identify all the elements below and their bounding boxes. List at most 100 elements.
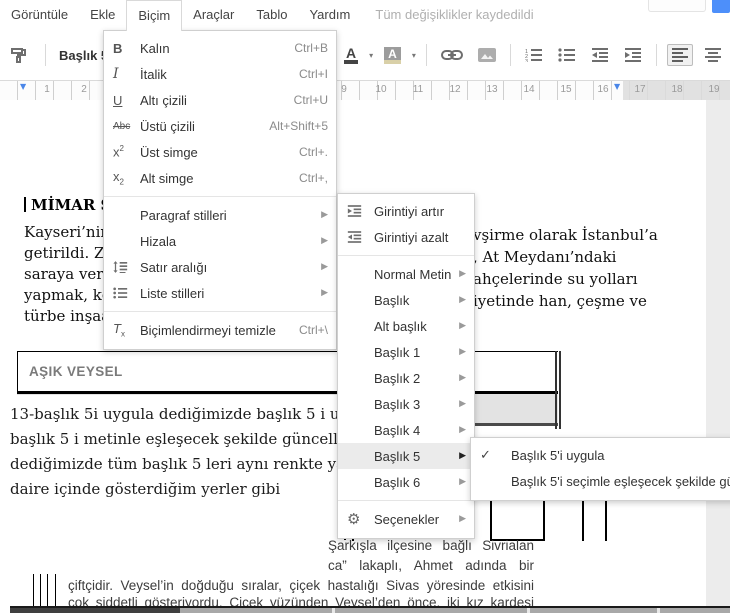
ruler-number: 2 (81, 84, 87, 95)
text-color-icon: A (344, 46, 359, 64)
table-border-vertical (33, 574, 34, 606)
menu-tablo[interactable]: Tablo (245, 0, 298, 30)
insert-image-button[interactable] (474, 44, 500, 66)
numbered-list-button[interactable]: 123 (521, 44, 547, 66)
paint-roller-icon (11, 48, 26, 63)
increase-indent-icon (347, 205, 362, 217)
increase-indent-button[interactable] (620, 44, 646, 66)
menu-item-subtitle[interactable]: Alt başlık ▶ (338, 313, 474, 339)
ruler-number: 9 (341, 84, 347, 95)
menu-bicim[interactable]: Biçim (126, 0, 183, 31)
menu-item-heading-3[interactable]: Başlık 3 ▶ (338, 391, 474, 417)
paragraph-style-selector[interactable]: Başlık 5 (59, 48, 108, 63)
ruler-number: 19 (708, 84, 720, 95)
menu-item-decrease-indent[interactable]: Girintiyi azalt (338, 224, 474, 250)
text-color-dropdown[interactable]: ▾ (369, 51, 373, 60)
submenu-arrow-icon: ▶ (459, 321, 466, 331)
menu-item-paragraph-styles[interactable]: Paragraf stilleri ▶ (104, 202, 336, 228)
menu-yardim[interactable]: Yardım (298, 0, 361, 30)
menu-item-underline[interactable]: U Altı çizili Ctrl+U (104, 87, 336, 113)
ruler-number: 10 (375, 84, 387, 95)
ruler-number: 1 (44, 84, 50, 95)
menu-separator (104, 311, 336, 312)
submenu-arrow-icon: ▶ (459, 399, 466, 409)
submenu-arrow-icon: ▶ (459, 514, 466, 524)
segment-gap (332, 608, 335, 613)
menu-araclar[interactable]: Araçlar (182, 0, 245, 30)
paint-format-button[interactable] (6, 42, 32, 68)
table-cell-box (490, 495, 545, 541)
table-border-vertical (605, 497, 607, 541)
insert-link-button[interactable] (437, 45, 467, 65)
table-header-text: AŞIK VEYSEL (29, 364, 123, 379)
align-center-button[interactable] (700, 44, 726, 66)
increase-indent-icon (624, 48, 641, 62)
decrease-indent-button[interactable] (587, 44, 613, 66)
text-color-button[interactable]: A (340, 42, 362, 68)
submenu-arrow-icon: ▶ (459, 425, 466, 435)
svg-text:3: 3 (525, 59, 528, 62)
align-left-button[interactable] (666, 44, 693, 66)
submenu-arrow-icon: ▶ (459, 347, 466, 357)
note-text-box[interactable]: 13-başlık 5i uygula dediğimizde başlık 5… (8, 395, 346, 513)
menu-item-strikethrough[interactable]: Abc Üstü çizili Alt+Shift+5 (104, 113, 336, 139)
ruler-number: 16 (597, 84, 609, 95)
menu-item-superscript[interactable]: x2 Üst simge Ctrl+. (104, 139, 336, 165)
toolbar-separator (425, 44, 427, 66)
menu-item-normal-text[interactable]: Normal Metin ▶ (338, 261, 474, 287)
menu-item-apply-heading5[interactable]: ✓ Başlık 5'i uygula (471, 442, 730, 468)
numbered-list-icon: 123 (525, 49, 542, 62)
clear-formatting-icon: Tx (113, 321, 125, 339)
page-margin-background (706, 100, 730, 613)
decrease-indent-icon (591, 48, 608, 62)
ruler-number: 17 (634, 84, 646, 95)
menu-goruntule[interactable]: Görüntüle (0, 0, 79, 30)
menu-item-increase-indent[interactable]: Girintiyi artır (338, 198, 474, 224)
paragraph-styles-submenu: Girintiyi artır Girintiyi azalt Normal M… (337, 193, 475, 539)
line-spacing-icon (113, 261, 128, 273)
menu-item-heading-5[interactable]: Başlık 5 ▶ (338, 443, 474, 469)
indent-marker-left[interactable]: ▼ (20, 82, 26, 91)
gear-icon: ⚙ (347, 510, 361, 528)
submenu-arrow-icon: ▶ (459, 477, 466, 487)
menu-item-heading-6[interactable]: Başlık 6 ▶ (338, 469, 474, 495)
table-border-vertical (582, 497, 584, 541)
menu-item-clear-formatting[interactable]: Tx Biçimlendirmeyi temizle Ctrl+\ (104, 317, 336, 343)
highlight-color-button[interactable]: A (380, 43, 405, 68)
menu-ekle[interactable]: Ekle (79, 0, 126, 30)
highlight-color-dropdown[interactable]: ▾ (412, 51, 416, 60)
menu-item-heading-4[interactable]: Başlık 4 ▶ (338, 417, 474, 443)
segment-gap (657, 608, 660, 613)
doc-line-right: , At Meydanı’ndaki (473, 248, 617, 266)
menu-item-subscript[interactable]: x2 Alt simge Ctrl+, (104, 165, 336, 191)
menu-item-italic[interactable]: I İtalik Ctrl+I (104, 61, 336, 87)
menu-item-heading-2[interactable]: Başlık 2 ▶ (338, 365, 474, 391)
note-line: daire içinde gösterdiğim yerler gibi (10, 480, 281, 498)
italic-icon: I (113, 66, 119, 82)
shaded-table-row-bottom (10, 606, 730, 613)
link-icon (440, 50, 463, 60)
ruler-number: 15 (560, 84, 572, 95)
submenu-arrow-icon: ▶ (321, 236, 328, 246)
bullet-list-button[interactable] (554, 44, 580, 66)
menu-item-line-spacing[interactable]: Satır aralığı ▶ (104, 254, 336, 280)
doc-line-right: iyetinde han, çeşme ve (473, 292, 647, 310)
menu-item-options[interactable]: ⚙ Seçenekler ▶ (338, 506, 474, 532)
menu-item-align[interactable]: Hizala ▶ (104, 228, 336, 254)
submenu-arrow-icon: ▶ (321, 288, 328, 298)
bullet-list-icon (558, 48, 575, 62)
menu-item-bold[interactable]: B Kalın Ctrl+B (104, 35, 336, 61)
bold-icon: B (113, 40, 123, 56)
table-header-cell[interactable]: AŞIK VEYSEL (17, 351, 558, 394)
ruler-number: 11 (412, 84, 424, 95)
format-menu: B Kalın Ctrl+B I İtalik Ctrl+I U Altı çi… (103, 30, 337, 350)
menu-item-list-styles[interactable]: Liste stilleri ▶ (104, 280, 336, 306)
menu-item-update-heading5[interactable]: Başlık 5'i seçimle eşleşecek şekilde gün… (471, 468, 730, 494)
indent-marker-right[interactable]: ▼ (614, 82, 620, 91)
image-icon (477, 48, 496, 62)
text-cursor (24, 197, 26, 212)
menu-item-title[interactable]: Başlık ▶ (338, 287, 474, 313)
menu-item-heading-1[interactable]: Başlık 1 ▶ (338, 339, 474, 365)
submenu-arrow-icon: ▶ (321, 210, 328, 220)
superscript-icon: x2 (113, 144, 124, 160)
